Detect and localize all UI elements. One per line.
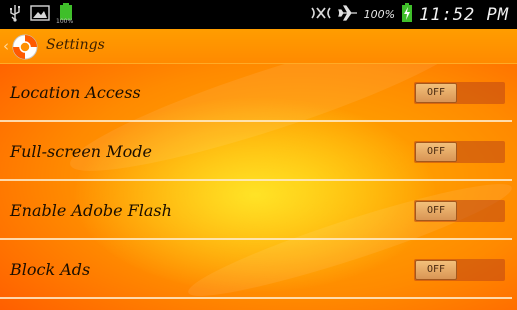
setting-label: Location Access <box>10 83 141 102</box>
setting-block-ads[interactable]: Block Ads OFF <box>0 240 517 299</box>
status-bar: 100% 100% 11:52 PM <box>0 0 517 29</box>
action-bar: ‹ Settings <box>0 29 517 64</box>
setting-label: Enable Adobe Flash <box>10 201 172 220</box>
page-title: Settings <box>46 37 105 53</box>
block-ads-toggle[interactable]: OFF <box>414 259 505 281</box>
toggle-state: OFF <box>415 142 457 162</box>
app-logo-lifebuoy-icon[interactable] <box>11 33 39 61</box>
divider <box>0 297 512 299</box>
full-screen-mode-toggle[interactable]: OFF <box>414 141 505 163</box>
setting-label: Block Ads <box>10 260 91 279</box>
battery-notification-label: 100% <box>56 18 74 25</box>
battery-notification-icon: 100% <box>56 3 74 27</box>
battery-percent: 100% <box>363 8 396 21</box>
location-access-toggle[interactable]: OFF <box>414 82 505 104</box>
usb-icon <box>8 4 22 26</box>
chevron-left-icon[interactable]: ‹ <box>3 37 9 55</box>
battery-charging-icon <box>401 2 413 27</box>
system-status-icons: 100% 11:52 PM <box>310 0 509 29</box>
toggle-state: OFF <box>415 83 457 103</box>
toggle-state: OFF <box>415 260 457 280</box>
setting-enable-adobe-flash[interactable]: Enable Adobe Flash OFF <box>0 181 517 240</box>
enable-adobe-flash-toggle[interactable]: OFF <box>414 200 505 222</box>
setting-full-screen-mode[interactable]: Full-screen Mode OFF <box>0 122 517 181</box>
toggle-state: OFF <box>415 201 457 221</box>
setting-location-access[interactable]: Location Access OFF <box>0 63 517 122</box>
no-signal-icon <box>310 5 332 25</box>
gallery-icon <box>30 5 50 25</box>
clock: 11:52 PM <box>419 4 509 25</box>
setting-label: Full-screen Mode <box>10 142 152 161</box>
airplane-mode-icon <box>337 4 358 26</box>
settings-list: Location Access OFF Full-screen Mode OFF… <box>0 63 517 299</box>
notification-icons: 100% <box>8 3 74 27</box>
